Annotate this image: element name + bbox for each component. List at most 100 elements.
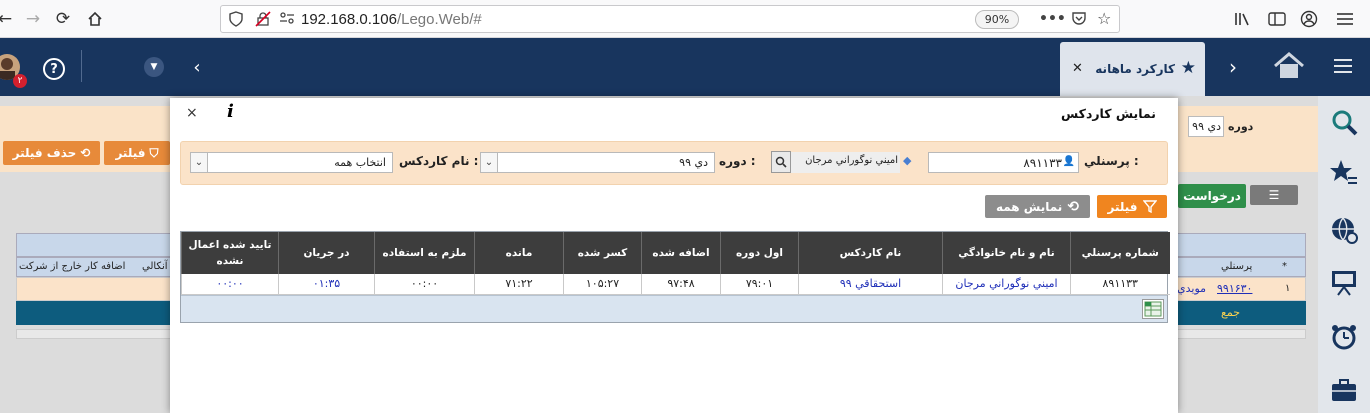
bg-col-overtime-outside: اضافه کار خارج از شرکت <box>19 261 126 272</box>
bg-filter-button[interactable]: فيلتر ⛉ <box>104 141 170 165</box>
bg-col-personnel: پرسنلي <box>1221 261 1253 272</box>
personnel-search-button[interactable] <box>771 151 791 173</box>
sidebar-toggle-icon[interactable] <box>1264 6 1290 32</box>
col-kardex-name[interactable]: نام کاردکس <box>798 232 943 274</box>
col-approved-not-applied[interactable]: تاييد شده اعمال نشده <box>181 232 279 274</box>
cell-added: ۹۷:۴۸ <box>641 274 721 295</box>
bg-remove-filter-label: حذف فيلتر <box>12 146 77 160</box>
chevron-down-icon[interactable]: ▼ <box>144 57 164 77</box>
bg-period-label: دوره <box>1228 120 1254 133</box>
period-select[interactable]: ⌄ دي ۹۹ <box>480 152 715 173</box>
chevron-down-icon: ⌄ <box>481 153 498 172</box>
chevron-right-icon[interactable]: › <box>1224 55 1242 79</box>
refresh-icon: ⟲ <box>1067 198 1080 215</box>
table-row[interactable]: ۸۹۱۱۳۳ اميني نوگوراني مرجان استحقاقي ۹۹ … <box>181 274 1170 295</box>
shield-icon[interactable] <box>229 11 243 31</box>
main-menu-icon[interactable] <box>1332 56 1354 76</box>
bg-col-star: * <box>1282 261 1287 272</box>
col-period-start[interactable]: اول دوره <box>720 232 799 274</box>
close-icon[interactable]: ✕ <box>1072 61 1083 76</box>
bg-row-personnel[interactable]: ۹۹۱۶۳۰ <box>1217 282 1252 295</box>
url-text[interactable]: 192.168.0.106/Lego.Web/# <box>301 11 482 28</box>
home-icon[interactable] <box>82 6 108 32</box>
presentation-icon[interactable] <box>1328 266 1360 298</box>
home-icon[interactable] <box>1272 51 1306 81</box>
cell-kardex-name: استحقاقي ۹۹ <box>798 274 943 295</box>
url-host: 192.168.0.106 <box>301 11 397 28</box>
col-remaining[interactable]: مانده <box>474 232 564 274</box>
bookmark-star-icon[interactable]: ☆ <box>1097 9 1111 28</box>
more-actions-icon[interactable]: ••• <box>1039 11 1066 27</box>
zoom-level-badge[interactable]: 90% <box>975 10 1019 29</box>
col-personnel-no[interactable]: شماره پرسنلي <box>1070 232 1170 274</box>
period-label: دوره : <box>719 154 756 168</box>
account-icon[interactable] <box>1296 6 1322 32</box>
pocket-icon[interactable] <box>1071 11 1087 30</box>
kardex-name-select[interactable]: ⌄ انتخاب همه <box>190 152 393 173</box>
library-icon[interactable] <box>1230 6 1256 32</box>
bg-total-label: جمع <box>1221 306 1241 319</box>
star-icon: ★ <box>1180 58 1196 78</box>
search-icon[interactable] <box>1328 106 1360 138</box>
kardex-name-value: انتخاب همه <box>334 156 386 169</box>
funnel-icon: ⛉ <box>149 145 159 160</box>
briefcase-icon[interactable] <box>1328 374 1360 406</box>
cell-must-use: ۰۰:۰۰ <box>374 274 475 295</box>
col-must-use[interactable]: ملزم به استفاده <box>374 232 475 274</box>
col-full-name[interactable]: نام و نام خانوادگي <box>942 232 1071 274</box>
globe-settings-icon[interactable] <box>1328 214 1360 246</box>
show-all-button-label: نمايش همه <box>995 199 1063 214</box>
permissions-icon[interactable] <box>279 11 295 29</box>
bg-remove-filter-button[interactable]: حذف فيلتر ⟲ <box>3 141 100 165</box>
personnel-name-display: اميني نوگوراني مرجان <box>772 152 900 173</box>
bg-period-input[interactable]: دي ۹۹ <box>1188 116 1224 137</box>
kardex-modal: × i نمايش کاردکس پرسنلي : ۸۹۱۱۳۳ 👤 ◆ امي… <box>170 98 1178 413</box>
personnel-name-value: اميني نوگوراني مرجان <box>805 155 898 166</box>
url-path: /Lego.Web/# <box>396 11 482 28</box>
refresh-icon: ⟲ <box>80 146 91 160</box>
excel-export-icon[interactable] <box>1142 298 1164 319</box>
chevron-left-icon[interactable]: ‹ <box>188 57 206 78</box>
modal-title: نمايش کاردکس <box>1061 106 1156 121</box>
address-bar[interactable]: 192.168.0.106/Lego.Web/# 90% ••• ☆ <box>220 5 1120 33</box>
menu-icon[interactable] <box>1332 6 1358 32</box>
kardex-table: شماره پرسنلي نام و نام خانوادگي نام کارد… <box>181 232 1170 295</box>
tab-label: کارکرد ماهانه <box>1095 62 1175 76</box>
filter-button[interactable]: فيلتر <box>1097 195 1167 218</box>
favorites-icon[interactable] <box>1328 156 1360 188</box>
col-added[interactable]: اضافه شده <box>641 232 721 274</box>
person-icon: 👤 <box>1062 156 1075 167</box>
personnel-code-input[interactable]: ۸۹۱۱۳۳ 👤 <box>928 152 1079 173</box>
cell-period-start: ۷۹:۰۱ <box>720 274 799 295</box>
tab-monthly-work[interactable]: ✕ کارکرد ماهانه ★ <box>1060 42 1205 96</box>
cell-deducted: ۱۰۵:۲۷ <box>563 274 642 295</box>
alarm-clock-icon[interactable] <box>1328 321 1360 353</box>
info-icon[interactable]: i <box>227 101 234 122</box>
close-icon[interactable]: × <box>186 105 198 121</box>
search-icon <box>775 156 787 168</box>
back-icon[interactable]: ← <box>0 6 18 32</box>
help-icon[interactable]: ? <box>43 58 65 80</box>
insecure-lock-icon[interactable] <box>255 11 271 31</box>
col-in-progress[interactable]: در جريان <box>278 232 375 274</box>
bg-request-button[interactable]: درخواست <box>1178 184 1246 208</box>
reload-icon[interactable]: ⟳ <box>50 6 76 32</box>
bg-request-label: درخواست <box>1183 189 1241 203</box>
kardex-grid: شماره پرسنلي نام و نام خانوادگي نام کارد… <box>180 231 1170 323</box>
browser-toolbar: ← → ⟳ 192.168.0.106/Lego.Web/# 90% ••• ☆ <box>0 0 1370 38</box>
right-sidebar <box>1318 96 1370 413</box>
chevron-down-icon: ⌄ <box>191 153 208 172</box>
period-value: دي ۹۹ <box>679 156 708 169</box>
forward-icon[interactable]: → <box>20 6 46 32</box>
filter-button-label: فيلتر <box>1107 199 1138 214</box>
cell-in-progress: ۰۱:۳۵ <box>278 274 375 295</box>
cell-approved-not-applied: ۰۰:۰۰ <box>181 274 279 295</box>
kardex-table-header: شماره پرسنلي نام و نام خانوادگي نام کارد… <box>181 232 1170 274</box>
bg-filter-label: فيلتر <box>115 146 146 160</box>
app-header: ۲ ? ▼ ‹ ✕ کارکرد ماهانه ★ › <box>0 38 1370 96</box>
bg-row-index: ۱ <box>1285 283 1291 294</box>
show-all-button[interactable]: نمايش همه ⟲ <box>985 195 1090 218</box>
bg-menu-button[interactable]: ☰ <box>1250 185 1298 205</box>
notification-badge: ۲ <box>13 74 27 88</box>
col-deducted[interactable]: کسر شده <box>563 232 642 274</box>
